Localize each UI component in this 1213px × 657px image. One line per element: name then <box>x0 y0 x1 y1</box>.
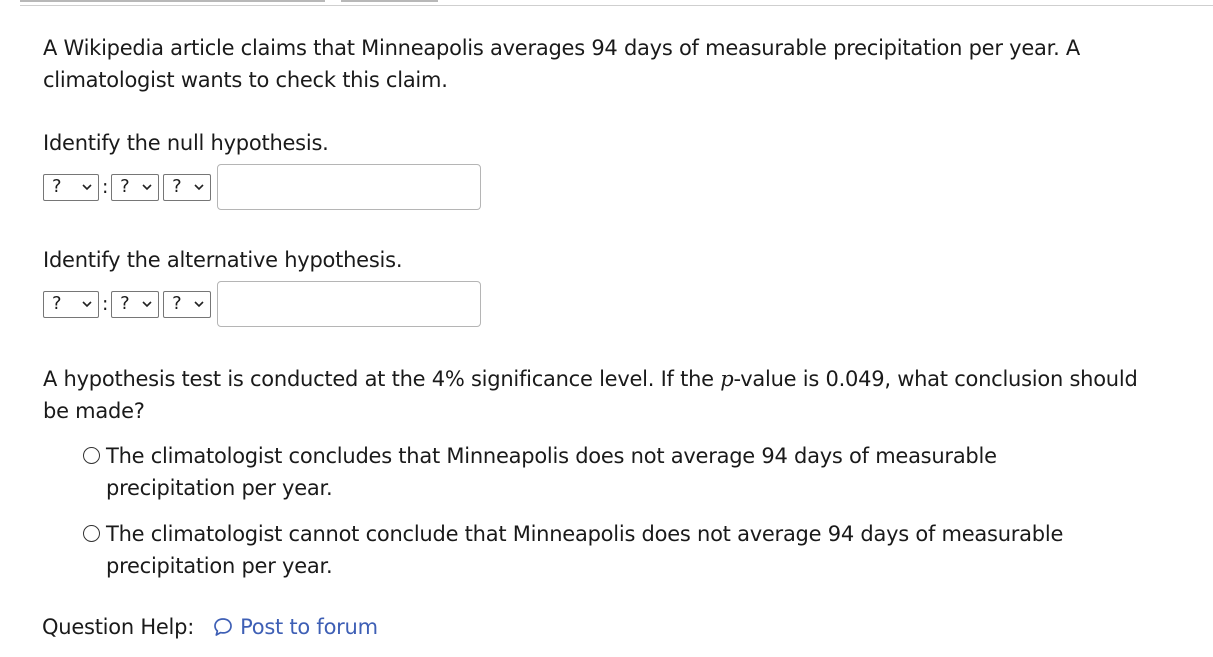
null-parameter-select-2[interactable]: ? <box>111 173 160 201</box>
alternative-hypothesis-label: Identify the alternative hypothesis. <box>43 248 403 272</box>
option-label: The climatologist concludes that Minneap… <box>106 444 997 500</box>
forum-link-label: Post to forum <box>240 615 378 639</box>
null-relation-select[interactable]: ? <box>163 173 212 201</box>
top-tab-indicator <box>341 0 438 2</box>
p-variable: p <box>720 367 734 391</box>
question-body: A Wikipedia article claims that Minneapo… <box>43 32 1163 596</box>
radio-button[interactable] <box>83 447 100 464</box>
top-divider <box>20 5 1213 6</box>
select-value: ? <box>120 293 130 314</box>
alternative-hypothesis-row: ? : ? ? <box>43 281 1163 327</box>
option-label: The climatologist cannot conclude that M… <box>106 522 1064 578</box>
alt-parameter-select-2[interactable]: ? <box>111 290 160 318</box>
alt-value-input[interactable] <box>217 281 482 327</box>
select-value: ? <box>172 176 182 197</box>
chevron-down-icon <box>142 301 152 308</box>
question-help-label: Question Help: <box>42 615 195 639</box>
conclusion-question: A hypothesis test is conducted at the 4%… <box>43 363 1163 427</box>
post-to-forum-link[interactable]: Post to forum <box>212 611 378 643</box>
conclusion-options: The climatologist concludes that Minneap… <box>43 440 1163 582</box>
chevron-down-icon <box>82 184 92 191</box>
conclusion-option[interactable]: The climatologist cannot conclude that M… <box>83 518 1163 582</box>
chevron-down-icon <box>82 301 92 308</box>
conclusion-option[interactable]: The climatologist concludes that Minneap… <box>83 440 1163 504</box>
hypothesis-colon: : <box>102 176 109 198</box>
null-parameter-select[interactable]: ? <box>43 173 99 201</box>
hypothesis-colon: : <box>102 293 109 315</box>
chevron-down-icon <box>142 184 152 191</box>
alt-parameter-select[interactable]: ? <box>43 290 99 318</box>
radio-button[interactable] <box>83 525 100 542</box>
chevron-down-icon <box>194 184 204 191</box>
speech-bubble-icon <box>214 618 232 636</box>
question-intro: A Wikipedia article claims that Minneapo… <box>43 36 1081 92</box>
select-value: ? <box>52 293 62 314</box>
question-help: Question Help: Post to forum <box>42 611 378 643</box>
chevron-down-icon <box>194 301 204 308</box>
null-value-input[interactable] <box>217 164 482 210</box>
top-tab-indicator <box>20 0 325 2</box>
alt-relation-select[interactable]: ? <box>163 290 212 318</box>
null-hypothesis-row: ? : ? ? <box>43 164 1163 210</box>
select-value: ? <box>120 176 130 197</box>
null-hypothesis-label: Identify the null hypothesis. <box>43 131 329 155</box>
select-value: ? <box>52 176 62 197</box>
conclusion-question-prefix: A hypothesis test is conducted at the 4%… <box>43 367 721 391</box>
select-value: ? <box>172 293 182 314</box>
